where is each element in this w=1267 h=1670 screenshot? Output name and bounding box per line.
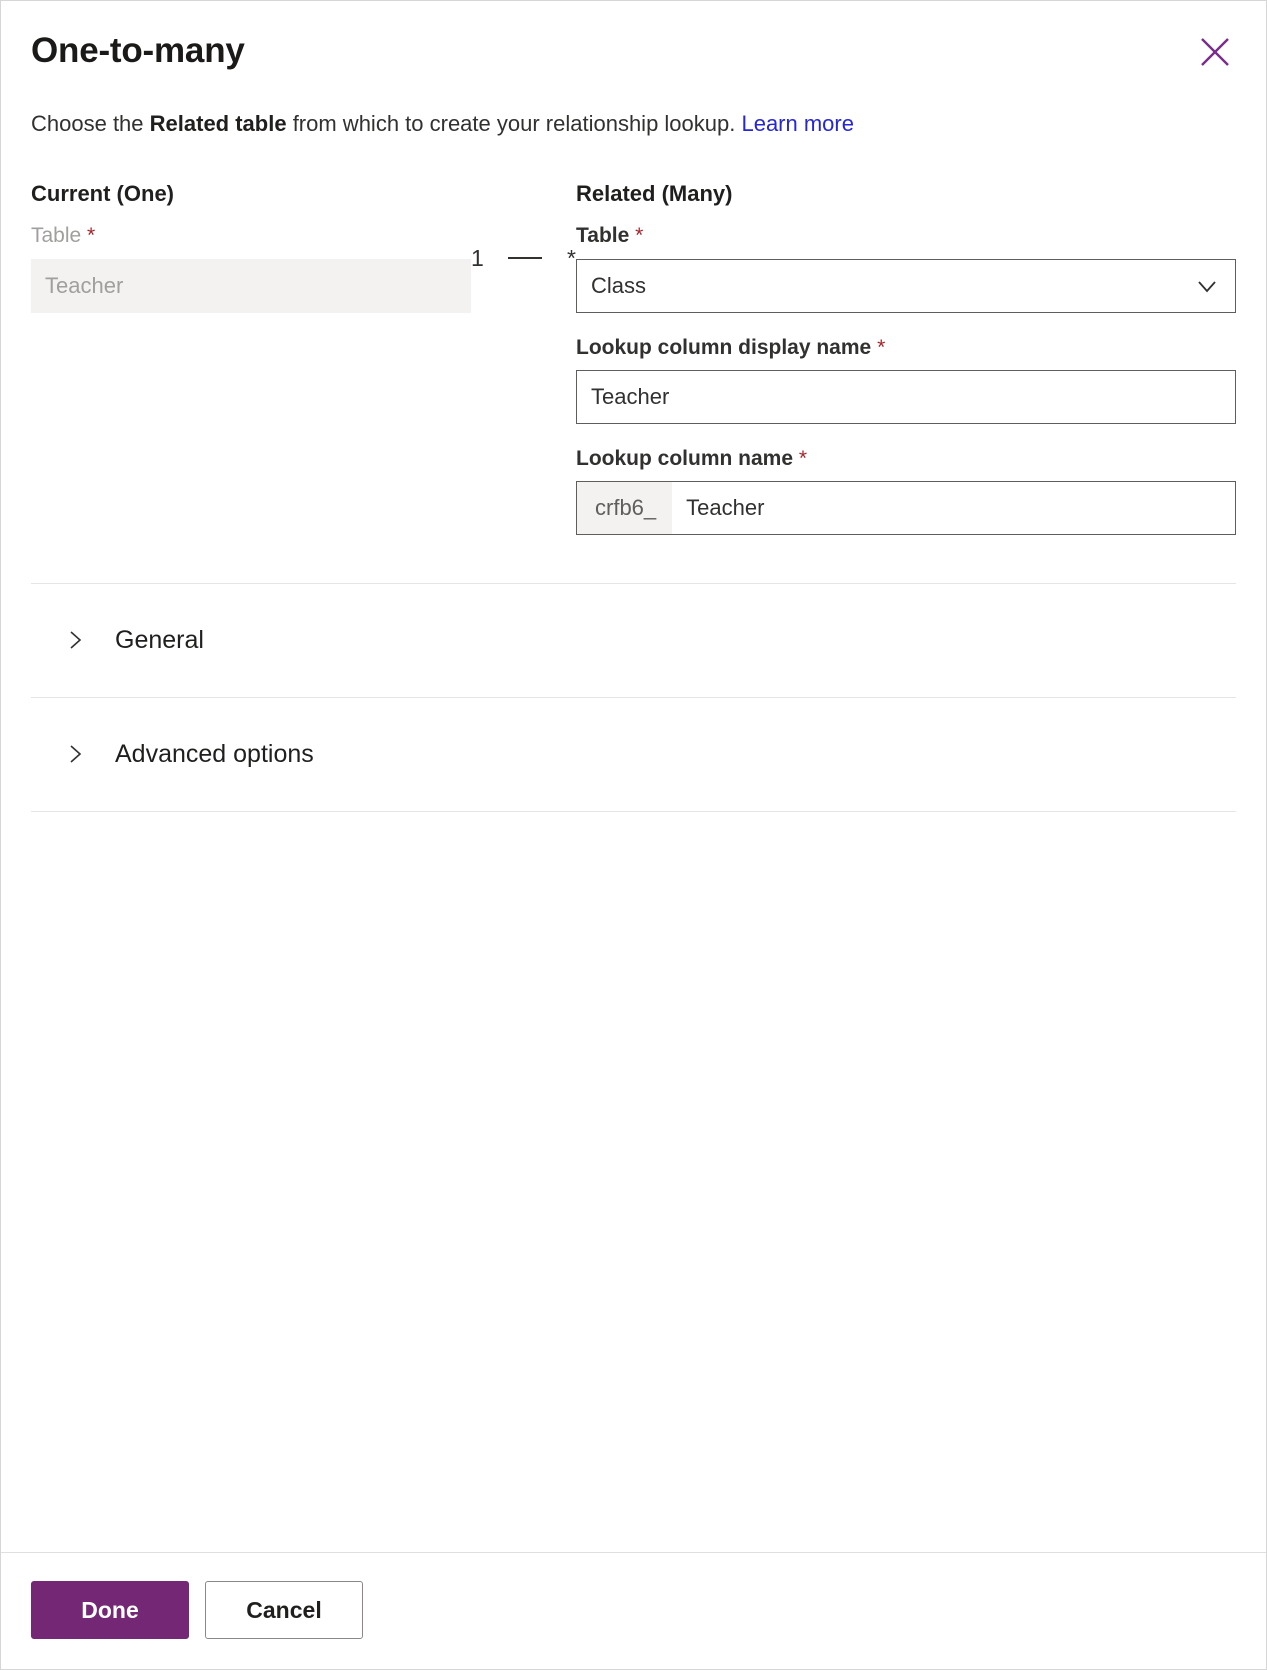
relationship-columns: Current (One) Table * Teacher 1 * Relate…	[31, 181, 1236, 535]
lookup-column-name-label: Lookup column name *	[576, 446, 1236, 471]
description-before: Choose the	[31, 111, 150, 137]
chevron-down-icon	[1193, 272, 1221, 300]
related-heading: Related (Many)	[576, 180, 733, 206]
description-after: from which to create your relationship l…	[286, 111, 742, 137]
cancel-button[interactable]: Cancel	[205, 1581, 363, 1639]
close-icon	[1198, 35, 1232, 69]
related-table-label: Table *	[576, 223, 1236, 248]
connector-line-icon	[508, 257, 543, 260]
section-advanced-options-label: Advanced options	[115, 739, 314, 768]
description-bold: Related table	[149, 111, 287, 137]
cardinality-many: *	[567, 244, 576, 271]
required-asterisk: *	[87, 224, 96, 248]
lookup-display-name-input[interactable]: Teacher	[576, 369, 1236, 424]
dialog-body: Current (One) Table * Teacher 1 * Relate…	[1, 139, 1266, 1552]
cardinality-one: 1	[471, 244, 484, 271]
current-table-label-text: Table	[31, 224, 82, 248]
required-asterisk: *	[877, 335, 886, 359]
required-asterisk: *	[635, 224, 644, 248]
collapsible-sections: General Advanced options	[31, 582, 1236, 812]
done-button[interactable]: Done	[31, 1581, 189, 1639]
dialog-description: Choose the Related table from which to c…	[31, 109, 1236, 139]
current-one-column: Current (One) Table * Teacher	[31, 181, 471, 313]
related-table-dropdown[interactable]: Class	[576, 258, 1236, 313]
dialog-footer: Done Cancel	[1, 1552, 1266, 1669]
current-table-value: Teacher	[45, 272, 124, 298]
publisher-prefix: crfb6_	[577, 481, 673, 534]
close-button[interactable]	[1192, 29, 1238, 75]
related-table-label-text: Table	[576, 224, 630, 248]
lookup-column-name-label-text: Lookup column name	[576, 446, 794, 470]
related-many-column: Related (Many) Table * Class Lookup colu	[576, 181, 1236, 535]
section-general[interactable]: General	[31, 584, 1236, 697]
section-general-label: General	[115, 625, 204, 654]
lookup-column-name-input[interactable]: crfb6_ Teacher	[576, 480, 1236, 535]
page-title: One-to-many	[31, 31, 245, 70]
required-asterisk: *	[798, 446, 808, 470]
lookup-display-name-label: Lookup column display name *	[576, 335, 1236, 360]
current-heading: Current (One)	[31, 180, 174, 206]
chevron-right-icon	[63, 628, 87, 652]
section-divider	[31, 810, 1236, 812]
current-table-label: Table *	[31, 223, 471, 248]
one-to-many-dialog: One-to-many Choose the Related table fro…	[0, 0, 1267, 1670]
learn-more-link[interactable]: Learn more	[741, 111, 854, 136]
lookup-display-name-label-text: Lookup column display name	[576, 335, 872, 359]
dialog-header: One-to-many	[1, 1, 1266, 71]
lookup-column-name-value: Teacher	[686, 494, 765, 520]
chevron-right-icon	[63, 742, 87, 766]
current-table-input: Teacher	[31, 258, 471, 313]
related-table-value: Class	[591, 272, 647, 298]
cardinality-connector: 1 *	[471, 181, 576, 341]
lookup-display-name-value: Teacher	[591, 383, 670, 409]
section-advanced-options[interactable]: Advanced options	[31, 698, 1236, 811]
